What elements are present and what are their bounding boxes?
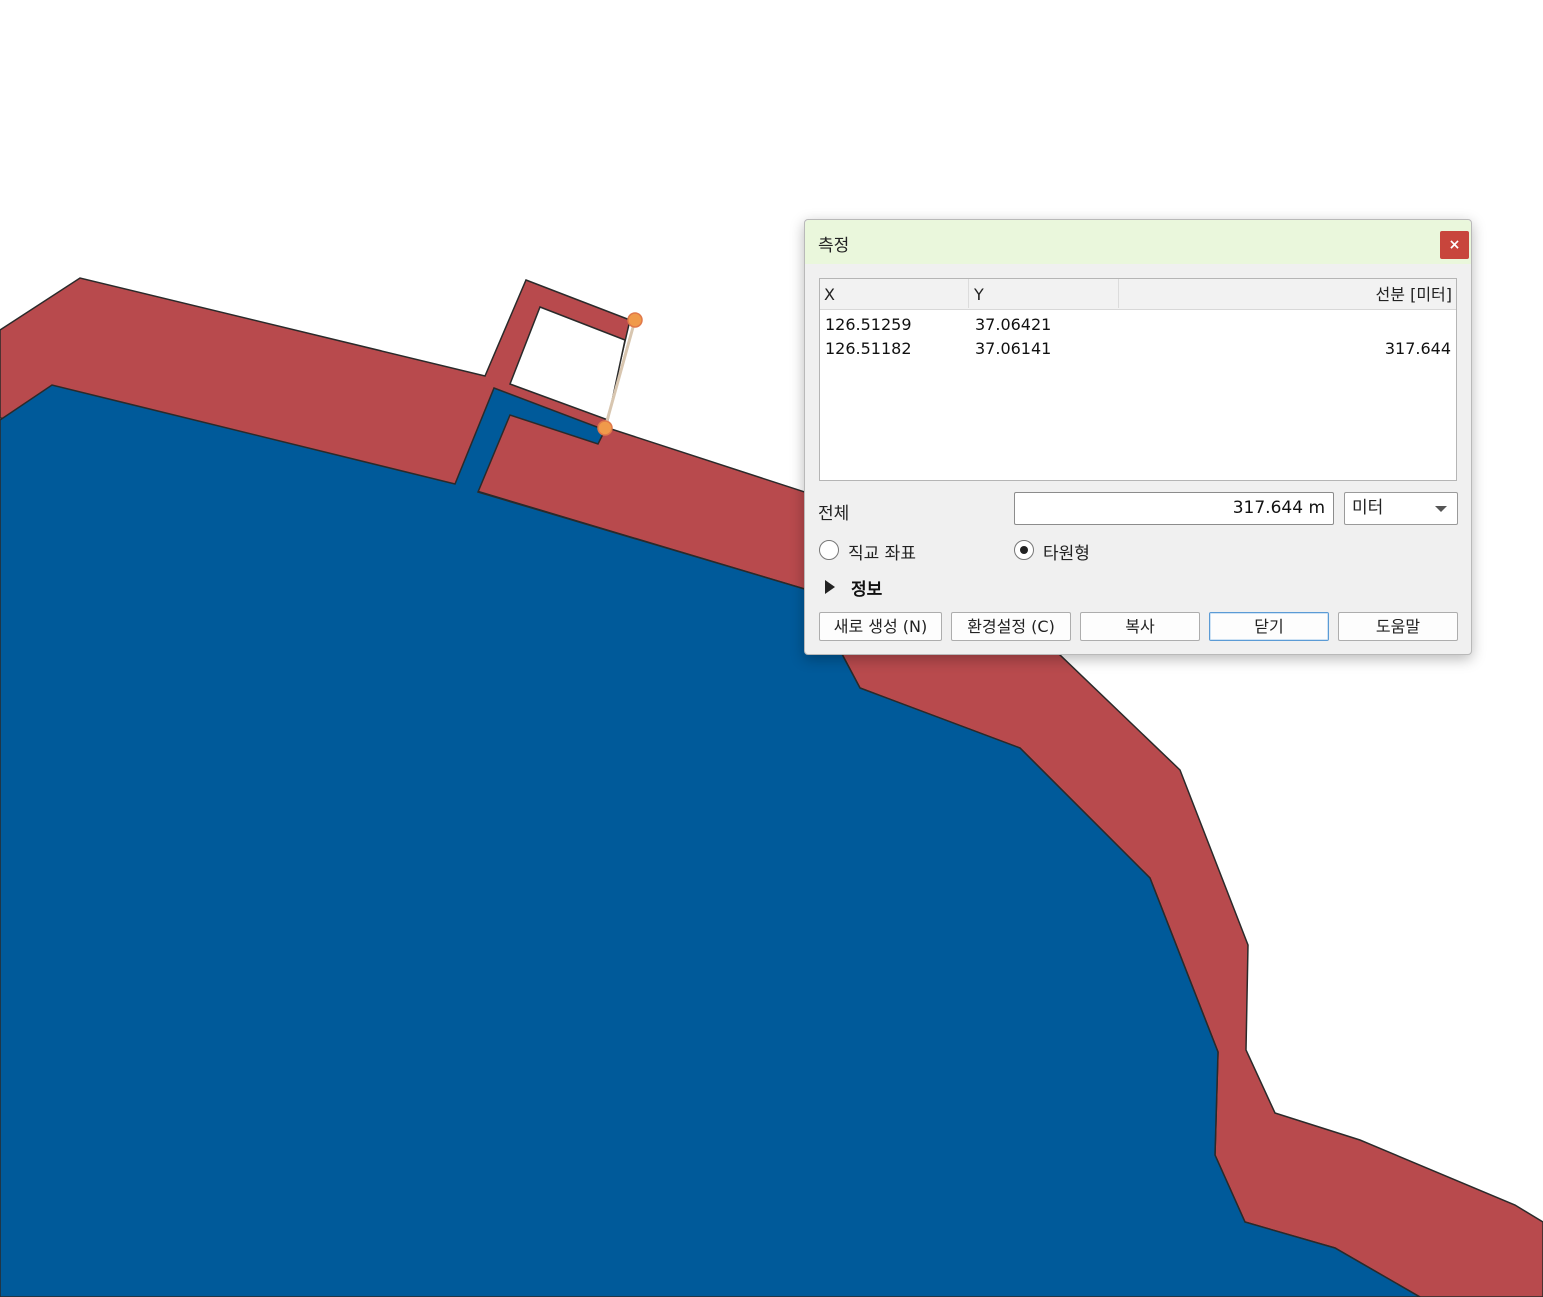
- table-row[interactable]: 126.51259 37.06421: [820, 313, 1456, 337]
- radio-cartesian-label: 직교 좌표: [848, 544, 916, 564]
- measure-dialog: 측정 × X Y 선분 [미터] 126.51259 37.06421 126.…: [804, 219, 1472, 655]
- coordinates-table[interactable]: X Y 선분 [미터] 126.51259 37.06421 126.51182…: [819, 278, 1457, 481]
- help-button[interactable]: 도움말: [1338, 612, 1458, 641]
- info-label: 정보: [851, 580, 883, 600]
- cell-x: 126.51182: [825, 339, 912, 358]
- expand-arrow-icon: [825, 580, 835, 594]
- radio-circle-icon: [1014, 540, 1034, 560]
- unit-select[interactable]: 미터: [1344, 492, 1458, 525]
- cell-x: 126.51259: [825, 315, 912, 334]
- settings-button[interactable]: 환경설정 (C): [951, 612, 1071, 641]
- unit-select-value: 미터: [1352, 498, 1384, 518]
- radio-ellipsoidal-label: 타원형: [1043, 544, 1090, 564]
- new-button[interactable]: 새로 생성 (N): [819, 612, 942, 641]
- cell-y: 37.06421: [975, 315, 1052, 334]
- close-icon[interactable]: ×: [1440, 231, 1469, 259]
- table-row[interactable]: 126.51182 37.06141 317.644: [820, 337, 1456, 361]
- cell-y: 37.06141: [975, 339, 1052, 358]
- measure-point-start[interactable]: [627, 312, 643, 328]
- dialog-title: 측정: [818, 236, 850, 256]
- radio-circle-icon: [819, 540, 839, 560]
- copy-button[interactable]: 복사: [1080, 612, 1200, 641]
- chevron-down-icon: [1435, 506, 1447, 512]
- cell-segment: 317.644: [1384, 339, 1451, 358]
- dialog-titlebar[interactable]: 측정 ×: [805, 220, 1471, 264]
- measure-point-end[interactable]: [597, 420, 613, 436]
- table-header: X Y 선분 [미터]: [820, 279, 1456, 310]
- close-button[interactable]: 닫기: [1209, 612, 1329, 641]
- total-label: 전체: [818, 504, 850, 524]
- radio-selected-dot-icon: [1020, 546, 1028, 554]
- total-distance-field[interactable]: 317.644 m: [1014, 492, 1334, 525]
- column-header-segment[interactable]: 선분 [미터]: [1120, 279, 1456, 308]
- column-header-x[interactable]: X: [820, 279, 969, 308]
- column-header-y[interactable]: Y: [970, 279, 1119, 308]
